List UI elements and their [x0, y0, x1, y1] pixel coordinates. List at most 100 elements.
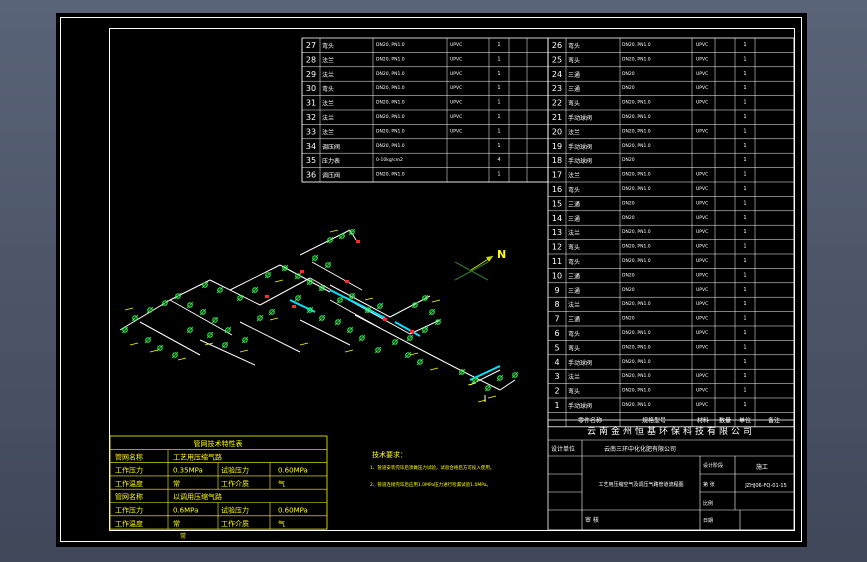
bom-qty: 1	[743, 172, 746, 178]
bom-spec: DN20, PN1.0	[376, 85, 405, 91]
bom-qty: 1	[743, 215, 746, 221]
bom-qty: 1	[497, 128, 500, 134]
bom-material: UPVC	[450, 71, 462, 77]
bom-qty: 1	[743, 388, 746, 394]
pipe-table-cell: 0.60MPa	[278, 467, 308, 475]
bom-name: 三通	[568, 215, 580, 223]
bom-name: 法兰	[322, 56, 334, 64]
leader-line	[467, 382, 477, 386]
bom-name: 手动球阀	[568, 157, 592, 165]
bom-qty: 1	[743, 272, 746, 278]
bom-name: 弯头	[568, 244, 580, 252]
bom-name: 弯头	[322, 85, 334, 93]
bom-no: 10	[552, 271, 562, 280]
bom-material: UPVC	[696, 344, 708, 350]
bom-no: 24	[552, 70, 562, 79]
bom-qty: 1	[743, 373, 746, 379]
leader-line	[149, 349, 159, 353]
bom-spec: DN20, PN1.0	[622, 373, 651, 379]
valve-marker	[292, 305, 296, 308]
bom-name: 弯头	[568, 56, 580, 64]
bom-spec: DN20, PN1.0	[376, 128, 405, 134]
leader-line	[129, 342, 139, 346]
pipe-table-cell: 工作介质	[221, 479, 249, 488]
bom-qty: 1	[743, 85, 746, 91]
title-block: 云南金州恒基环保科技有限公司 设计单位 云南三环中化化肥有限公司 工艺用压缩空气…	[547, 419, 795, 531]
bom-qty: 1	[497, 56, 500, 62]
north-arrow-icon: N	[454, 248, 506, 281]
bom-table-left: 27 弯头 DN20, PN1.0 UPVC 1 28 法兰 DN20, PN1.0 UPVC 1…	[301, 37, 549, 183]
tech-notes-title: 技术要求：	[372, 450, 407, 459]
bom-name: 三通	[568, 287, 580, 295]
bom-name: 手动球阀	[568, 114, 592, 122]
bom-spec: DN20, PN1.0	[622, 344, 651, 350]
bom-name: 弯头	[568, 100, 580, 108]
bom-material: UPVC	[696, 402, 708, 408]
bom-spec: DN20, PN1.0	[622, 258, 651, 264]
bom-qty: 1	[743, 186, 746, 192]
bom-material: UPVC	[696, 172, 708, 178]
bom-no: 2	[554, 387, 559, 396]
bom-name: 法兰	[568, 229, 580, 237]
bom-spec: DN20, PN1.0	[622, 143, 651, 149]
bom-qty: 1	[743, 157, 746, 163]
pipe-segment	[239, 321, 301, 353]
bom-spec: DN20, PN1.0	[376, 71, 405, 77]
bom-qty: 1	[743, 287, 746, 293]
bom-spec: DN20, PN1.0	[622, 301, 651, 307]
bom-material: UPVC	[696, 42, 708, 48]
bom-spec: DN20, PN1.0	[622, 56, 651, 62]
bom-name: 手动球阀	[568, 359, 592, 367]
pipe-segment	[169, 299, 233, 336]
pipe-segment	[119, 299, 171, 331]
pipe-highlight	[394, 321, 421, 337]
bom-spec: DN20, PN1.0	[376, 114, 405, 120]
bom-spec: DN20, PN1.0	[376, 42, 405, 48]
bom-name: 弯头	[568, 258, 580, 266]
bom-qty: 1	[743, 229, 746, 235]
bom-spec: DN20	[622, 272, 635, 278]
pipe-table-cell: 工作压力	[115, 506, 143, 515]
bom-material: UPVC	[696, 272, 708, 278]
sheet-label: 第 张	[703, 481, 715, 488]
bom-name: 三通	[568, 85, 580, 93]
pipe-table-cell: 试验压力	[221, 506, 249, 515]
leader-line	[177, 357, 187, 361]
bom-no: 29	[306, 70, 316, 79]
bom-name: 弯头	[568, 344, 580, 352]
leader-line	[487, 395, 497, 399]
bom-qty: 1	[743, 71, 746, 77]
bom-spec: DN20, PN1.0	[376, 56, 405, 62]
bom-no: 27	[306, 41, 316, 50]
bom-spec: DN20	[622, 157, 635, 163]
leader-line	[269, 317, 279, 321]
bom-material: UPVC	[696, 330, 708, 336]
bom-qty: 1	[743, 330, 746, 336]
bom-spec: 0-10kg/cm2	[376, 157, 403, 163]
bom-spec: DN20, PN1.0	[622, 359, 651, 365]
bom-no: 32	[306, 113, 316, 122]
pipe-table-footer: 常	[180, 532, 186, 540]
client-name: 云南三环中化化肥有限公司	[604, 445, 676, 453]
bom-name: 调压阀	[322, 172, 340, 180]
pipe-table-cell: 气	[278, 519, 285, 528]
leader-line	[124, 307, 134, 311]
scale-label: 比例	[703, 500, 713, 507]
bom-no: 18	[552, 156, 562, 165]
bom-qty: 1	[743, 359, 746, 365]
leader-line	[274, 279, 284, 283]
pipe-table-cell: 工作介质	[221, 519, 249, 528]
bom-name: 弯头	[322, 42, 334, 50]
pipe-table-cell: 工艺用压缩气路	[173, 452, 222, 461]
bom-no: 28	[306, 55, 316, 64]
pipe-table-cell: 管网名称	[115, 492, 143, 501]
drawing-title: 工艺用压缩空气及调压气路管道流程图	[598, 481, 683, 488]
bom-no: 25	[552, 55, 562, 64]
bom-no: 20	[552, 127, 562, 136]
date-label: 日期	[703, 518, 713, 524]
leader-line	[299, 342, 309, 346]
leader-line	[409, 352, 419, 356]
bom-qty: 1	[743, 301, 746, 307]
bom-material: UPVC	[696, 258, 708, 264]
bom-no: 8	[554, 300, 559, 309]
